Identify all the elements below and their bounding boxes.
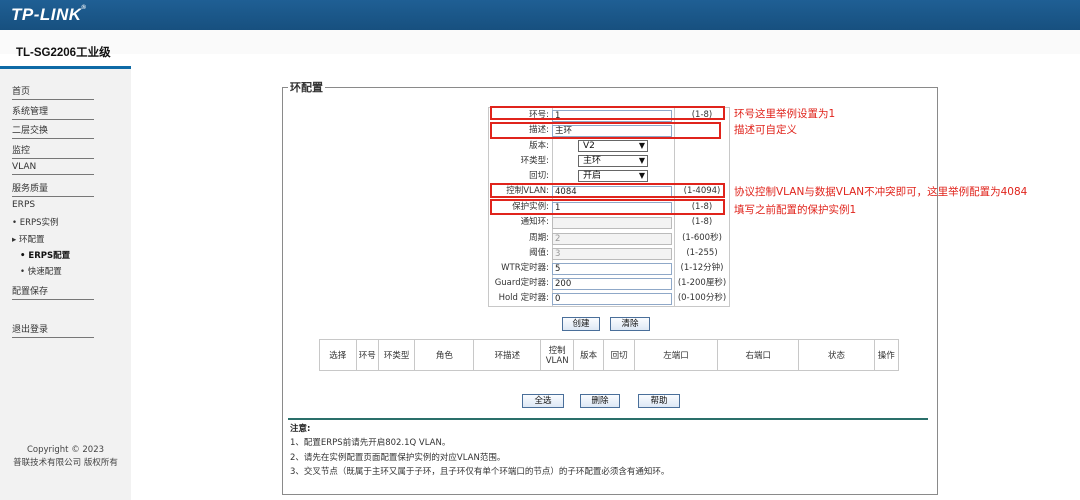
hold-input[interactable]: 0 xyxy=(552,293,672,305)
sidebar-item-monitor[interactable]: 监控 xyxy=(12,143,94,159)
col-ring-desc: 环描述 xyxy=(473,339,542,371)
note-item: 2、请先在实例配置页面配置保护实例的对应VLAN范围。 xyxy=(290,453,506,463)
notify-ring-range: (1-8) xyxy=(691,217,713,227)
sidebar-item-logout[interactable]: 退出登录 xyxy=(12,322,94,338)
col-revertive: 回切 xyxy=(603,339,635,371)
period-range: (1-600秒) xyxy=(682,233,722,243)
page-title: 环配置 xyxy=(288,79,325,95)
col-ctrl-vlan: 控制VLAN xyxy=(540,339,574,371)
col-ring-id: 环号 xyxy=(355,339,379,371)
guard-range: (1-200厘秒) xyxy=(677,278,727,288)
highlight-instance xyxy=(490,199,725,215)
help-button[interactable]: 帮助 xyxy=(638,394,680,408)
notes-divider xyxy=(288,418,928,420)
annotation-ring-id: 环号这里举例设置为1 xyxy=(734,108,836,120)
annotation-desc: 描述可自定义 xyxy=(734,124,797,136)
chevron-down-icon: ▼ xyxy=(638,141,645,150)
hold-range: (0-100分秒) xyxy=(677,293,727,303)
sidebar-sub-quick-config[interactable]: • 快速配置 xyxy=(20,265,62,277)
notes-title: 注意: xyxy=(290,424,311,434)
threshold-input[interactable]: 3 xyxy=(552,248,672,260)
table-header-row: 选择 环号 环类型 角色 环描述 控制VLAN 版本 回切 左端口 右端口 状态… xyxy=(319,339,900,371)
sidebar-item-home[interactable]: 首页 xyxy=(12,84,94,100)
annotation-instance: 填写之前配置的保护实例1 xyxy=(734,204,857,216)
revertive-select[interactable]: 开启 ▼ xyxy=(578,170,648,182)
threshold-label: 阈值: xyxy=(529,248,549,258)
sidebar-sub-erps-config[interactable]: • ERPS配置 xyxy=(20,249,70,261)
sidebar-item-erps[interactable]: ERPS xyxy=(12,200,94,210)
note-item: 1、配置ERPS前请先开启802.1Q VLAN。 xyxy=(290,438,451,448)
chevron-down-icon: ▼ xyxy=(638,171,645,180)
tp-link-logo: TP-LINK® xyxy=(11,5,87,24)
ring-type-label: 环类型: xyxy=(520,156,549,166)
copyright-owner: 普联技术有限公司 版权所有 xyxy=(13,458,118,468)
notify-ring-input[interactable] xyxy=(552,217,672,229)
delete-button[interactable]: 删除 xyxy=(580,394,620,408)
highlight-ctrl-vlan xyxy=(490,183,725,198)
period-input[interactable]: 2 xyxy=(552,233,672,245)
clear-button[interactable]: 清除 xyxy=(610,317,650,331)
version-select[interactable]: V2 ▼ xyxy=(578,140,648,152)
wtr-range: (1-12分钟) xyxy=(680,263,724,273)
col-left-port: 左端口 xyxy=(633,339,719,371)
col-role: 角色 xyxy=(414,339,475,371)
sub-banner xyxy=(0,30,1080,54)
version-label: 版本: xyxy=(529,141,549,151)
ring-table: 选择 环号 环类型 角色 环描述 控制VLAN 版本 回切 左端口 右端口 状态… xyxy=(319,339,900,371)
create-button[interactable]: 创建 xyxy=(562,317,600,331)
sidebar-item-save[interactable]: 配置保存 xyxy=(12,284,94,300)
copyright-line: Copyright © 2023 xyxy=(26,445,105,455)
chevron-down-icon: ▼ xyxy=(638,156,645,165)
hold-label: Hold 定时器: xyxy=(498,293,549,303)
guard-label: Guard定时器: xyxy=(494,278,549,288)
notify-ring-label: 通知环: xyxy=(520,217,549,227)
col-select: 选择 xyxy=(319,339,357,371)
sidebar-item-l2switch[interactable]: 二层交换 xyxy=(12,123,94,139)
sidebar-sub-erps-instance[interactable]: • ERPS实例 xyxy=(12,216,59,228)
wtr-input[interactable]: 5 xyxy=(552,263,672,275)
top-banner: TP-LINK® xyxy=(0,0,1080,30)
guard-input[interactable]: 200 xyxy=(552,278,672,290)
col-right-port: 右端口 xyxy=(717,339,800,371)
sidebar-item-qos[interactable]: 服务质量 xyxy=(12,181,94,197)
highlight-ring-id xyxy=(490,106,725,120)
wtr-label: WTR定时器: xyxy=(501,263,549,273)
annotation-ctrl-vlan: 协议控制VLAN与数据VLAN不冲突即可，这里举例配置为4084 xyxy=(734,186,1028,198)
threshold-range: (1-255) xyxy=(686,248,718,258)
col-status: 状态 xyxy=(798,339,875,371)
device-model: TL-SG2206工业级 xyxy=(16,47,111,59)
col-action: 操作 xyxy=(873,339,900,371)
sidebar-item-system[interactable]: 系统管理 xyxy=(12,104,94,120)
col-ring-type: 环类型 xyxy=(377,339,416,371)
revertive-label: 回切: xyxy=(529,171,549,181)
note-item: 3、交叉节点（既属于主环又属于子环，且子环仅有单个环端口的节点）的子环配置必须含… xyxy=(290,467,670,477)
col-version: 版本 xyxy=(572,339,605,371)
ring-type-select[interactable]: 主环 ▼ xyxy=(578,155,648,167)
select-all-button[interactable]: 全选 xyxy=(522,394,564,408)
period-label: 周期: xyxy=(529,233,549,243)
sidebar-sub-ring-config[interactable]: ▸ 环配置 xyxy=(12,233,44,245)
sidebar-item-vlan[interactable]: VLAN xyxy=(12,162,94,175)
highlight-desc xyxy=(490,122,721,139)
